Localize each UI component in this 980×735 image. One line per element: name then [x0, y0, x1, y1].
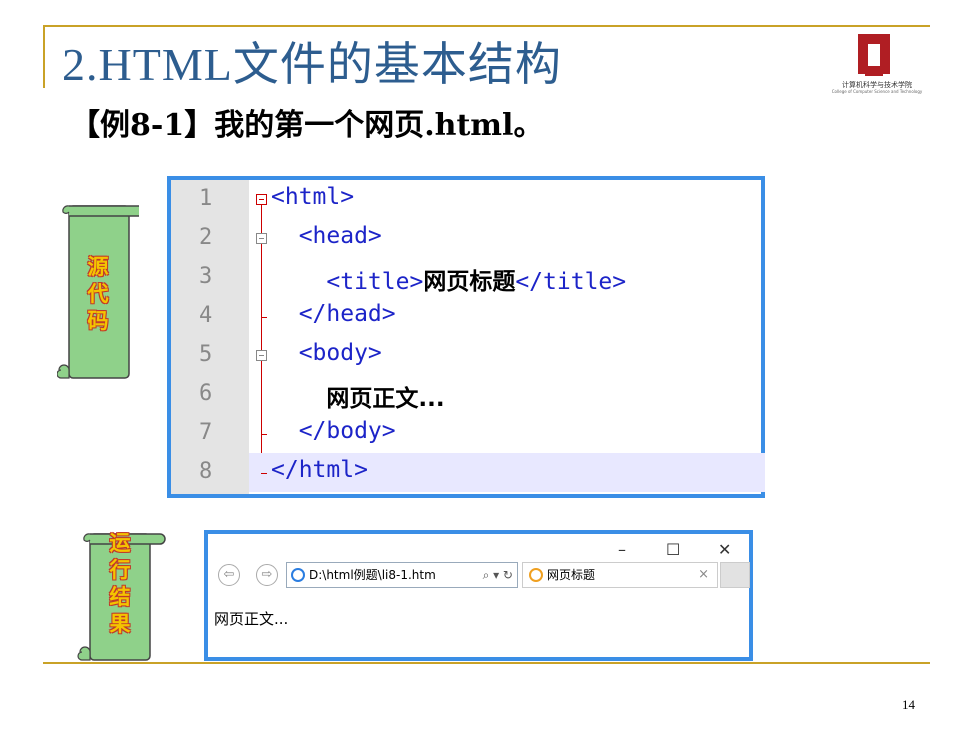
line-number: 3: [199, 264, 213, 289]
bottom-rule: [43, 662, 930, 664]
address-text: D:\html例题\li8-1.htm: [309, 568, 436, 582]
line-number: 4: [199, 303, 213, 328]
code-text: 网页正文...: [326, 386, 445, 412]
code-line: 7 </body>: [171, 414, 761, 453]
line-number: 5: [199, 342, 213, 367]
fold-end-marker: [261, 317, 267, 318]
fold-toggle-icon[interactable]: [256, 233, 267, 244]
code-tag: <body>: [271, 340, 382, 366]
code-line: 6 网页正文...: [171, 375, 761, 414]
code-line-current: 8 </html>: [199, 453, 765, 492]
page-number: 14: [902, 697, 915, 712]
code-tag: <title>: [271, 269, 424, 295]
code-tag: </head>: [271, 301, 396, 327]
code-tag: </body>: [271, 418, 396, 444]
code-tag: <head>: [271, 223, 382, 249]
close-button[interactable]: ✕: [718, 540, 731, 559]
code-line: 2 <head>: [171, 219, 761, 258]
forward-arrow-icon[interactable]: ⇨: [256, 564, 278, 586]
page-body-text: 网页正文...: [214, 610, 289, 628]
run-result-label: 运行结果: [109, 531, 131, 636]
code-editor-panel: 1 <html> 2 <head> 3 <title>网页标题</title> …: [167, 176, 765, 498]
college-logo-subtext: College of Computer Science and Technolo…: [831, 89, 923, 94]
address-bar[interactable]: D:\html例题\li8-1.htm ⌕ ▾ ↻: [286, 562, 518, 588]
fold-toggle-icon[interactable]: [256, 350, 267, 361]
tab-title: 网页标题: [547, 568, 596, 582]
line-number: 6: [199, 381, 213, 406]
fold-end-marker: [261, 473, 267, 474]
ie-page-icon: [291, 568, 305, 582]
search-refresh-icons[interactable]: ⌕ ▾ ↻: [483, 563, 513, 587]
title-left-rule: [43, 26, 45, 88]
title-top-rule: [43, 25, 930, 27]
code-line: 5 <body>: [171, 336, 761, 375]
line-number: 7: [199, 420, 213, 445]
slide-subtitle: 【例8-1】我的第一个网页.html。: [70, 108, 544, 143]
source-code-scroll: 源代码: [57, 198, 139, 384]
code-tag: </title>: [515, 269, 627, 295]
fold-toggle-icon[interactable]: [256, 194, 267, 205]
fold-end-marker: [261, 434, 267, 435]
maximize-button[interactable]: ☐: [666, 540, 680, 559]
source-code-label: 源代码: [87, 255, 109, 333]
code-line: 4 </head>: [171, 297, 761, 336]
ie-tab-icon: [529, 568, 543, 582]
new-tab-button[interactable]: [720, 562, 750, 588]
back-arrow-icon[interactable]: ⇦: [218, 564, 240, 586]
slide-title: 2.HTML文件的基本结构: [62, 39, 562, 90]
code-tag: </html>: [271, 457, 368, 483]
code-line: 1 <html>: [171, 180, 761, 219]
line-number: 2: [199, 225, 213, 250]
browser-window: – ☐ ✕ ⇦ ⇨ D:\html例题\li8-1.htm ⌕ ▾ ↻ 网页标题…: [204, 530, 753, 661]
line-number: 1: [199, 186, 213, 211]
line-number: 8: [199, 459, 213, 484]
code-text: 网页标题: [423, 269, 516, 295]
code-tag: <html>: [271, 184, 355, 210]
code-line: 3 <title>网页标题</title>: [171, 258, 761, 297]
run-result-scroll: 运行结果: [76, 528, 166, 664]
tab-close-icon[interactable]: ×: [698, 563, 709, 587]
browser-tab[interactable]: 网页标题 ×: [522, 562, 718, 588]
minimize-button[interactable]: –: [618, 540, 626, 559]
